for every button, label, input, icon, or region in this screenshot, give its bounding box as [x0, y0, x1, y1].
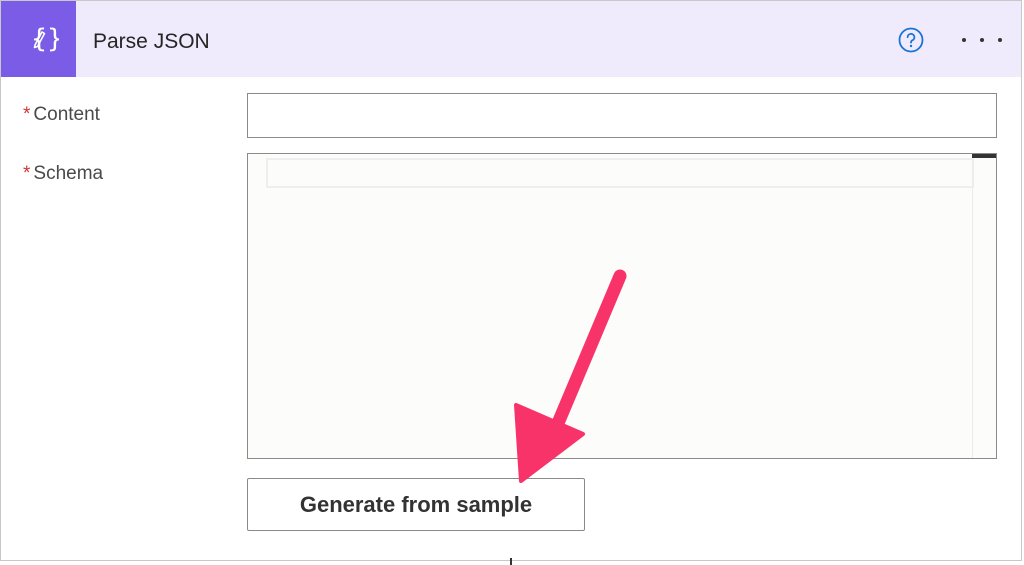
- flow-connector: [510, 558, 512, 565]
- json-edit-icon: { }: [1, 1, 76, 77]
- content-label: * Content: [23, 104, 100, 126]
- content-input[interactable]: [247, 93, 997, 138]
- parse-json-card: { } Parse JSON *Content *Schema: [0, 0, 1022, 561]
- svg-text:}: }: [46, 24, 58, 54]
- schema-current-line[interactable]: [266, 158, 974, 188]
- content-label-text: Content: [33, 104, 100, 125]
- help-circle-icon: [898, 27, 924, 53]
- action-title: Parse JSON: [93, 30, 210, 53]
- required-marker: *: [23, 163, 31, 184]
- schema-label: * Schema: [23, 163, 103, 185]
- generate-from-sample-button[interactable]: Generate from sample: [247, 478, 585, 531]
- required-marker: *: [23, 104, 31, 125]
- more-horizontal-icon: [998, 38, 1002, 42]
- schema-scroll-thumb[interactable]: [972, 154, 996, 158]
- help-button[interactable]: [898, 27, 924, 53]
- action-header[interactable]: { } Parse JSON: [1, 1, 1021, 77]
- schema-label-text: Schema: [33, 163, 104, 184]
- more-horizontal-icon: [962, 38, 966, 42]
- more-options-button[interactable]: [962, 29, 1002, 51]
- more-horizontal-icon: [980, 38, 984, 42]
- schema-scrollbar[interactable]: [972, 154, 996, 458]
- schema-editor[interactable]: [247, 153, 997, 459]
